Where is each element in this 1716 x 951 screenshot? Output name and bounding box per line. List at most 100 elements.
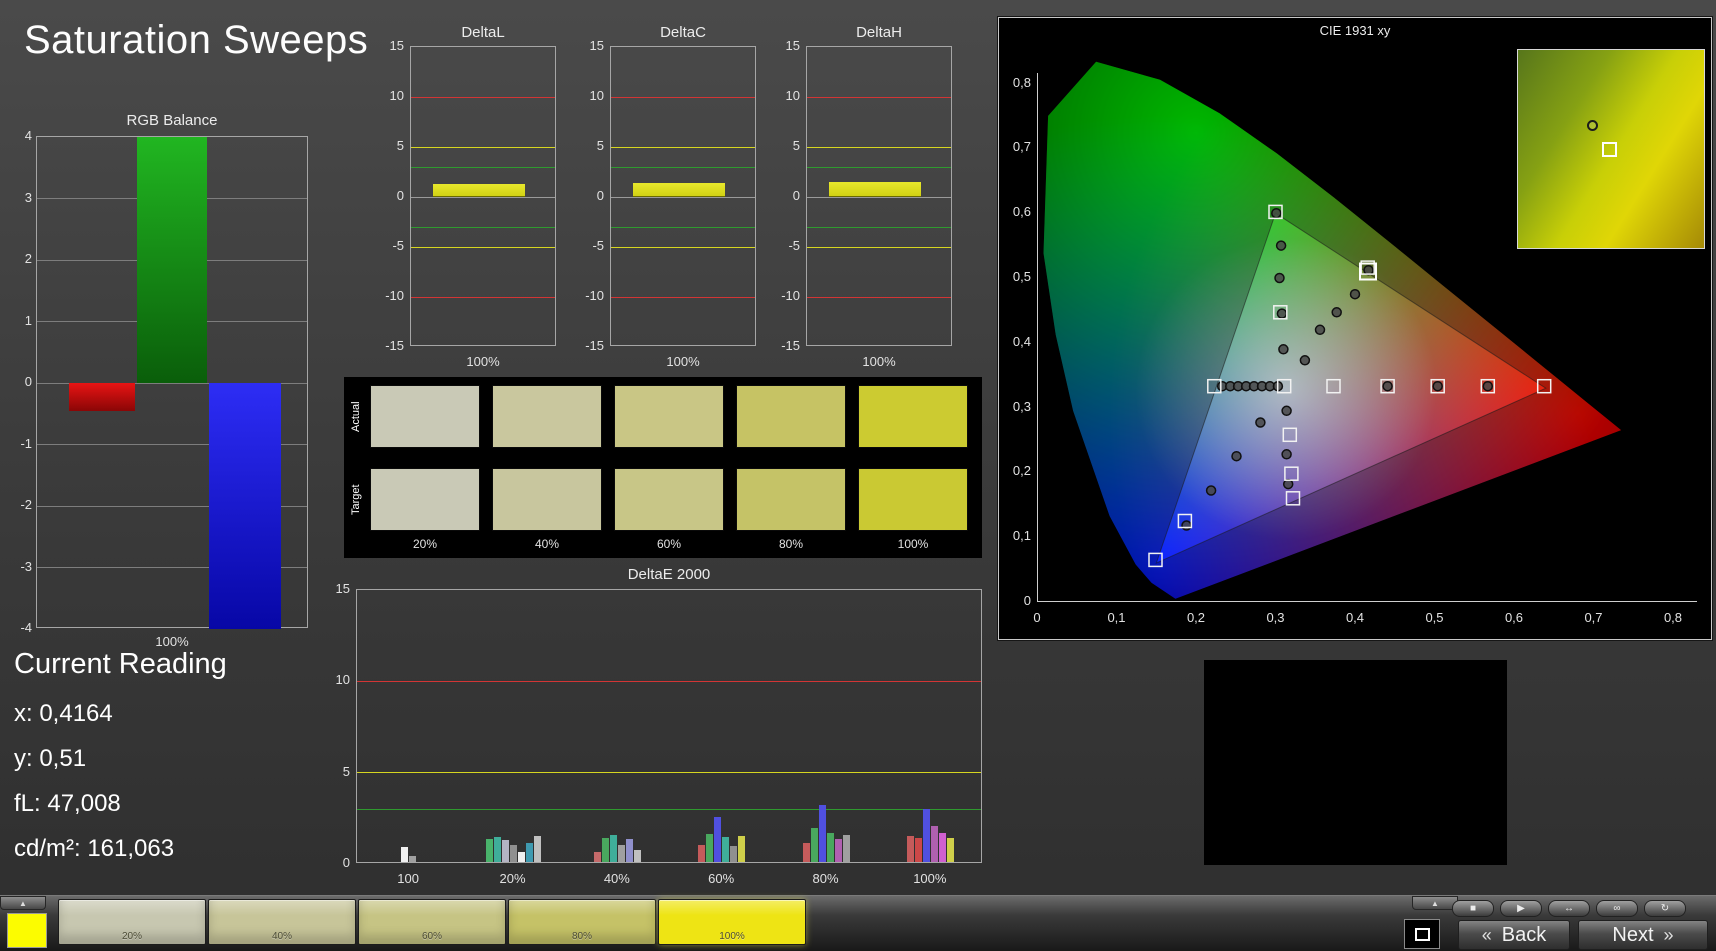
deltae-bar — [486, 839, 493, 862]
delta-value-bar — [633, 183, 725, 197]
current-reading-values: x: 0,4164y: 0,51fL: 47,008cd/m²: 161,063 — [14, 691, 227, 871]
current-reading-title: Current Reading — [14, 648, 227, 681]
rgb-balance-title: RGB Balance — [36, 112, 308, 129]
reading-value: cd/m²: 161,063 — [14, 826, 227, 871]
deltae-bar — [835, 839, 842, 862]
swatch-row-label-actual: Actual — [347, 385, 365, 448]
rgb-ytick: 4 — [8, 128, 32, 143]
cie-ytick: 0,5 — [999, 269, 1031, 284]
deltal-title: DeltaL — [410, 24, 556, 41]
deltae-bar — [518, 852, 525, 862]
cie-xtick: 0,2 — [1178, 610, 1214, 625]
deltae-bar — [722, 837, 729, 862]
refresh-button[interactable]: ↻ — [1644, 900, 1686, 917]
swatch-actual-80 — [736, 385, 846, 448]
patch-button-80[interactable]: 80% — [508, 899, 656, 945]
deltae-xlabel: 80% — [786, 871, 866, 886]
cie-xtick: 0,3 — [1258, 610, 1294, 625]
deltah-title: DeltaH — [806, 24, 952, 41]
cie-ytick: 0,1 — [999, 528, 1031, 543]
deltae-bar — [827, 833, 834, 862]
swatch-target-100 — [858, 468, 968, 531]
play-button[interactable]: ▶ — [1500, 900, 1542, 917]
deltae-bar — [706, 834, 713, 862]
swatch-target-20 — [370, 468, 480, 531]
swatch-actual-60 — [614, 385, 724, 448]
back-button[interactable]: «Back — [1458, 920, 1570, 950]
rgb-ytick: -4 — [8, 620, 32, 635]
delta-plot — [806, 46, 952, 346]
deltae-bar — [730, 846, 737, 862]
deltae-bar — [947, 838, 954, 862]
cie-xtick: 0,8 — [1655, 610, 1691, 625]
deltae-bar — [939, 833, 946, 862]
deltae-bar — [923, 809, 930, 862]
bottom-toolbar: ▲▲20%40%60%80%100%■▶↔∞↻«BackNext» — [0, 895, 1716, 951]
rgb-ytick: 0 — [8, 374, 32, 389]
delta-plot — [610, 46, 756, 346]
current-reading-panel: Current Reading x: 0,4164y: 0,51fL: 47,0… — [14, 648, 227, 871]
swatch-target-60 — [614, 468, 724, 531]
deltae-bar — [502, 840, 509, 862]
cie-ytick: 0,7 — [999, 139, 1031, 154]
cie-zoom-inset — [1517, 49, 1705, 249]
deltae-bar — [526, 843, 533, 862]
calman-saturation-sweeps-page: Saturation Sweeps RGB Balance 100% 43210… — [0, 0, 1716, 951]
delta-chart-deltah: DeltaH151050-5-10-15100% — [764, 24, 964, 384]
patch-button-100[interactable]: 100% — [658, 899, 806, 945]
video-preview-area — [1204, 660, 1507, 865]
delta-plot — [410, 46, 556, 346]
deltae-bar — [819, 805, 826, 862]
patch-button-40[interactable]: 40% — [208, 899, 356, 945]
cie-xtick: 0,7 — [1576, 610, 1612, 625]
next-chevron-icon: » — [1664, 925, 1674, 946]
rgb-ytick: 1 — [8, 313, 32, 328]
rgb-bar-green — [137, 137, 207, 383]
stop-button[interactable]: ■ — [1452, 900, 1494, 917]
delta-xlabel: 100% — [610, 354, 756, 369]
deltae-bar — [931, 826, 938, 862]
cie-xtick: 0 — [1019, 610, 1055, 625]
deltae-2000-chart: DeltaE 2000 15105010020%40%60%80%100% — [318, 566, 1024, 888]
swatch-actual-40 — [492, 385, 602, 448]
deltae-bar — [510, 845, 517, 862]
measured-point-icon — [1587, 120, 1598, 131]
cie-xtick: 0,1 — [1099, 610, 1135, 625]
cie-xtick: 0,4 — [1337, 610, 1373, 625]
deltae-bar — [634, 850, 641, 862]
page-title: Saturation Sweeps — [24, 18, 368, 63]
patch-button-20[interactable]: 20% — [58, 899, 206, 945]
delta-chart-deltal: DeltaL151050-5-10-15100% — [368, 24, 568, 384]
patch-button-60[interactable]: 60% — [358, 899, 506, 945]
swatch-row-label-target: Target — [347, 468, 365, 531]
deltae-bar — [698, 845, 705, 862]
cie-xtick: 0,5 — [1417, 610, 1453, 625]
cie-ytick: 0 — [999, 593, 1031, 608]
rgb-bar-red — [69, 383, 135, 411]
pattern-window-button[interactable] — [1404, 919, 1440, 949]
deltae-bar — [401, 847, 408, 862]
rgb-ytick: -2 — [8, 497, 32, 512]
patch-strip-collapse-button[interactable]: ▲ — [0, 896, 46, 910]
infinity-button[interactable]: ∞ — [1596, 900, 1638, 917]
deltae-xlabel: 40% — [577, 871, 657, 886]
swatch-col-label: 40% — [492, 537, 602, 551]
deltae-bar — [915, 838, 922, 862]
next-button[interactable]: Next» — [1578, 920, 1708, 950]
rgb-bar-blue — [209, 383, 281, 629]
cie-1931-panel: CIE 1931 xy 00,10,20,30,40,50,60,70,800,… — [998, 17, 1712, 640]
deltae-bar — [610, 835, 617, 862]
rgb-ytick: -1 — [8, 436, 32, 451]
cie-ytick: 0,2 — [999, 463, 1031, 478]
reading-value: y: 0,51 — [14, 736, 227, 781]
deltae-bar — [843, 835, 850, 862]
step-button[interactable]: ↔ — [1548, 900, 1590, 917]
rgb-balance-chart: RGB Balance 100% 43210-1-2-3-4 — [8, 110, 320, 658]
delta-xlabel: 100% — [806, 354, 952, 369]
deltae-bar — [738, 836, 745, 862]
deltae-bar — [803, 843, 810, 862]
deltae-bar — [714, 817, 721, 862]
delta-value-bar — [829, 182, 921, 197]
swatch-actual-20 — [370, 385, 480, 448]
rgb-balance-xlabel: 100% — [36, 634, 308, 649]
